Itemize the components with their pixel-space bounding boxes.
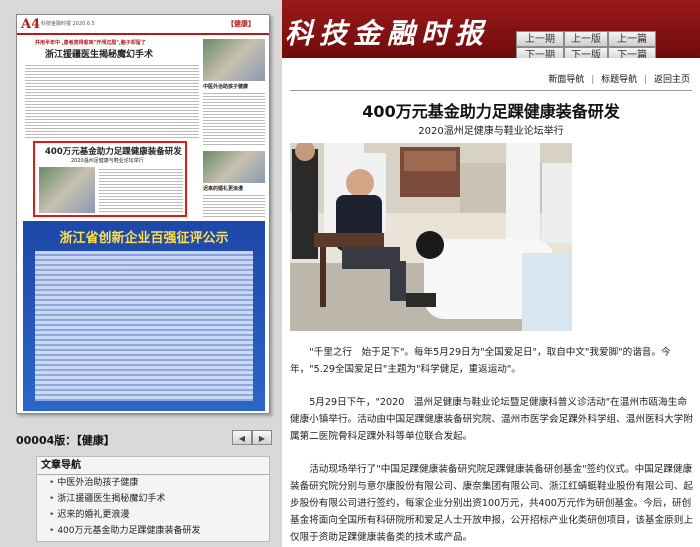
left-panel: A4 科技金融时报 2020.6.5 【健康】 并用半年中 ,患者竟得愈来"开颅… bbox=[0, 0, 282, 547]
paper-photo bbox=[203, 39, 265, 81]
highlighted-article-box[interactable]: 400万元基金助力足踝健康装备研发 2020温州足健康与鞋业论坛举行 bbox=[33, 141, 187, 217]
paper-photo bbox=[39, 167, 95, 213]
toc-item[interactable]: 迟来的婚礼更浪漫 bbox=[37, 507, 269, 523]
highlighted-article-subtitle: 2020温州足健康与鞋业论坛举行 bbox=[71, 158, 144, 164]
paper-headline-1[interactable]: 浙江援疆医生揭秘魔幻手术 bbox=[45, 47, 153, 60]
paper-header: A4 科技金融时报 2020.6.5 【健康】 bbox=[17, 15, 269, 35]
paper-section: 【健康】 bbox=[227, 20, 255, 28]
toc-item[interactable]: 400万元基金助力足踝健康装备研发 bbox=[37, 523, 269, 539]
article-navigation: 文章导航 中医外治助孩子健康 浙江援疆医生揭秘魔幻手术 迟来的婚礼更浪漫 400… bbox=[36, 456, 270, 542]
ad-title: 浙江省创新企业百强征评公示 bbox=[59, 231, 229, 246]
sub-navigation: 新面导航 | 标题导航 | 返回主页 bbox=[548, 72, 690, 85]
title-nav-link[interactable]: 标题导航 bbox=[601, 75, 637, 85]
toc-title: 文章导航 bbox=[37, 457, 269, 475]
prev-section-button[interactable]: 上一版 bbox=[564, 31, 608, 47]
paper-page-number: A4 bbox=[21, 17, 41, 32]
toc-item[interactable]: 中医外治助孩子健康 bbox=[37, 475, 269, 491]
page-nav-link[interactable]: 新面导航 bbox=[548, 75, 584, 85]
paper-text-block bbox=[203, 91, 265, 147]
next-edition-button[interactable]: ▶ bbox=[252, 430, 272, 445]
paper-photo bbox=[203, 151, 265, 183]
highlighted-article-title: 400万元基金助力足踝健康装备研发 bbox=[45, 147, 182, 157]
article-paragraph: 5月29日下午，"2020 温州足健康与鞋业论坛暨足健康科普义诊活动"在温州市瓯… bbox=[290, 397, 693, 442]
prev-edition-button[interactable]: ◀ bbox=[232, 430, 252, 445]
masthead-logo: 科技金融时报 bbox=[285, 17, 490, 50]
ad-body bbox=[35, 251, 253, 401]
article-photo bbox=[290, 143, 572, 331]
article-title: 400万元基金助力足踝健康装备研发 bbox=[362, 102, 620, 121]
prev-article-button[interactable]: 上一篇 bbox=[608, 31, 656, 47]
paper-top-banner[interactable]: 并用半年中 ,患者竟得愈来"开颅过眉",脑子却留了 bbox=[35, 39, 146, 46]
paper-side-caption-2[interactable]: 迟来的婚礼更浪漫 bbox=[203, 185, 243, 192]
prev-issue-button[interactable]: 上一期 bbox=[516, 31, 564, 47]
article-panel: 新面导航 | 标题导航 | 返回主页 400万元基金助力足踝健康装备研发 202… bbox=[282, 58, 700, 547]
article-subtitle: 2020温州足健康与鞋业论坛举行 bbox=[418, 126, 564, 137]
newspaper-page-preview[interactable]: A4 科技金融时报 2020.6.5 【健康】 并用半年中 ,患者竟得愈来"开颅… bbox=[16, 14, 270, 414]
home-link[interactable]: 返回主页 bbox=[654, 75, 690, 85]
divider bbox=[290, 90, 692, 91]
article-paragraph: "千里之行 始于足下"。每年5月29日为"全国爱足日"，取自中文"我爱脚"的谐音… bbox=[290, 347, 671, 375]
article-paragraph: 活动现场举行了"中国足踝健康装备研究院足踝健康装备研创基金"签约仪式。中国足踝健… bbox=[290, 464, 693, 543]
article-photo-illustration bbox=[290, 143, 572, 331]
ad-block[interactable]: 浙江省创新企业百强征评公示 bbox=[23, 221, 265, 411]
edition-label: 00004版：【健康】 bbox=[16, 434, 115, 447]
paper-text-block bbox=[25, 63, 199, 139]
nav-separator: | bbox=[644, 75, 648, 85]
toc-item[interactable]: 浙江援疆医生揭秘魔幻手术 bbox=[37, 491, 269, 507]
nav-separator: | bbox=[591, 75, 595, 85]
paper-side-caption[interactable]: 中医外治助孩子健康 bbox=[203, 83, 248, 90]
paper-meta: 科技金融时报 2020.6.5 bbox=[41, 21, 95, 27]
paper-text-block bbox=[203, 193, 265, 217]
paper-text-block bbox=[99, 167, 183, 213]
